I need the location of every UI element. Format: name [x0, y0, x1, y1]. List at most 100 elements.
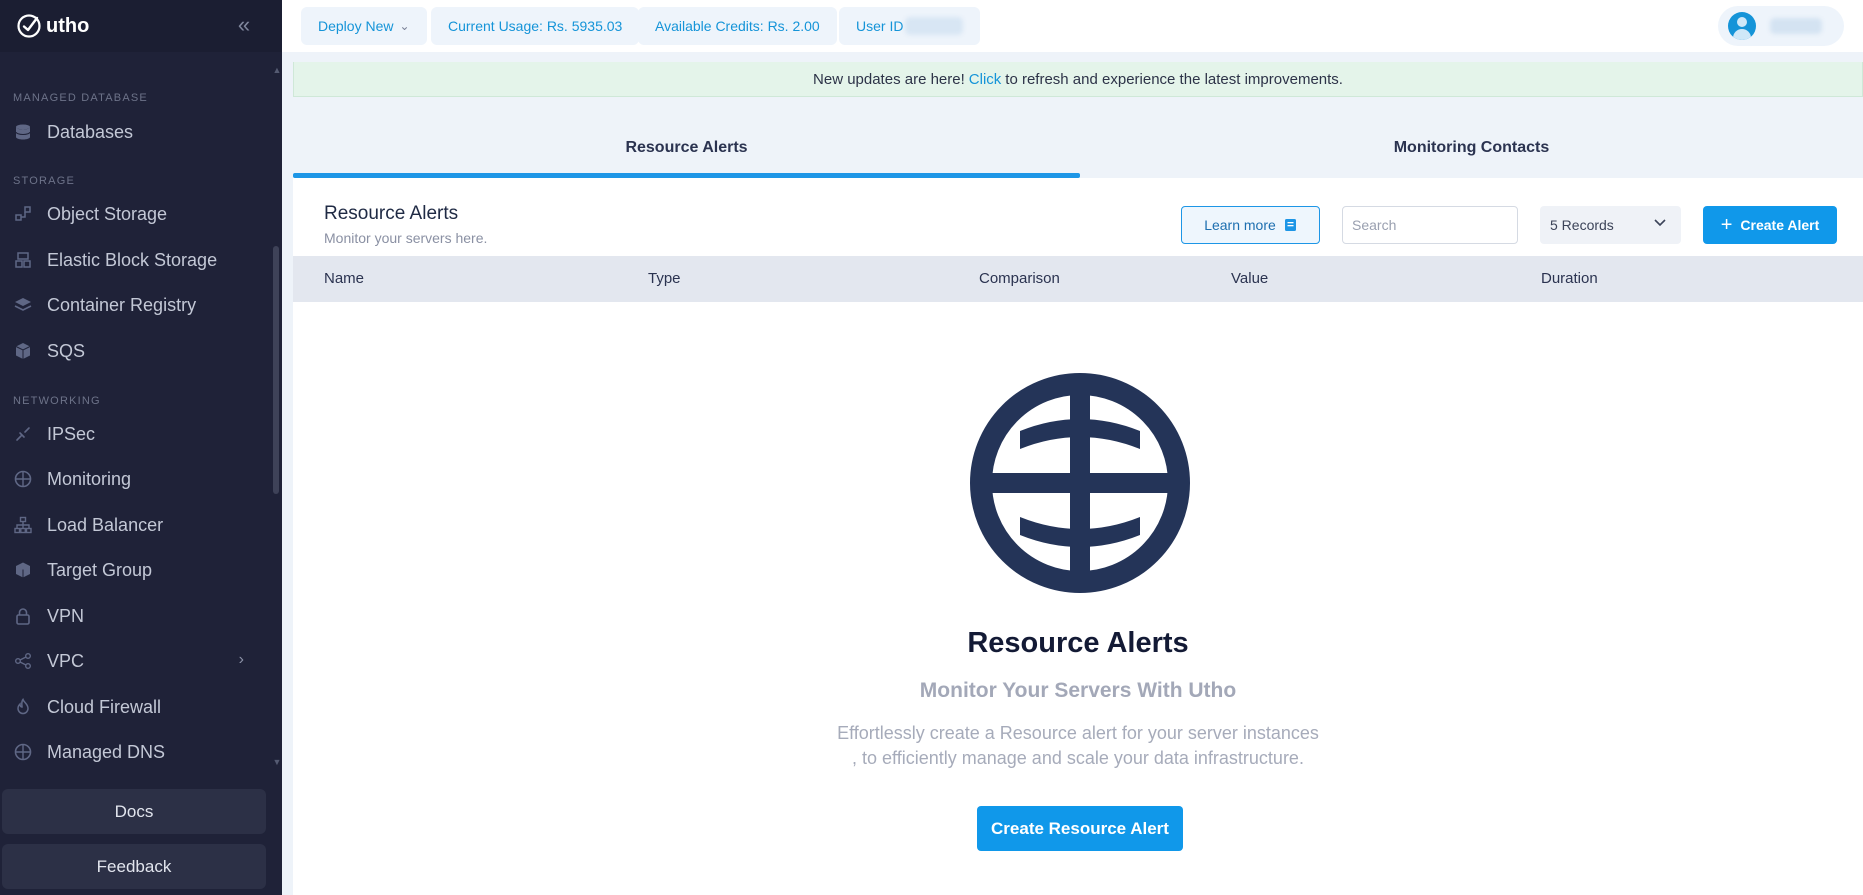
user-id-label: User ID	[856, 18, 904, 34]
globe-icon	[13, 742, 33, 762]
chevron-right-icon: ›	[238, 651, 244, 668]
sidebar-item-label: IPSec	[47, 423, 96, 444]
create-alert-label: Create Alert	[1740, 217, 1820, 233]
scroll-up-icon[interactable]: ▲	[272, 66, 282, 75]
fire-icon	[13, 697, 33, 717]
avatar	[1728, 12, 1756, 40]
banner-text-before: New updates are here!	[813, 70, 965, 88]
box-icon	[13, 560, 33, 580]
cube-stack-icon	[13, 341, 33, 361]
user-id-value-redacted	[905, 17, 964, 35]
available-credits-label: Available Credits: Rs. 2.00	[655, 18, 820, 34]
sidebar-item-label: Managed DNS	[47, 741, 166, 762]
column-header-comparison[interactable]: Comparison	[979, 270, 1060, 287]
sidebar-item-target-group[interactable]: Target Group	[0, 550, 262, 590]
sidebar-item-cloud-firewall[interactable]: Cloud Firewall	[0, 687, 262, 727]
column-header-name[interactable]: Name	[324, 270, 364, 287]
table-header: Name Type Comparison Value Duration	[293, 256, 1863, 302]
sidebar-item-label: VPC	[47, 650, 85, 671]
page-title: Resource Alerts	[324, 203, 459, 224]
refresh-link[interactable]: Click	[969, 71, 1002, 88]
sidebar-item-label: Monitoring	[47, 468, 132, 489]
user-name-redacted	[1770, 18, 1822, 34]
sidebar-item-label: Object Storage	[47, 203, 168, 224]
lock-icon	[13, 606, 33, 626]
sidebar-item-label: Elastic Block Storage	[47, 249, 218, 270]
records-per-page-select[interactable]: 5 Records	[1540, 206, 1681, 244]
sidebar-item-label: Target Group	[47, 559, 153, 580]
sidebar-item-label: Databases	[47, 121, 134, 142]
sidebar: utho « ▲ ▼ MANAGED DATABASE Databases ST…	[0, 0, 282, 895]
deploy-new-dropdown[interactable]: Deploy New ⌄	[301, 7, 427, 45]
column-header-duration[interactable]: Duration	[1541, 270, 1598, 287]
globe-icon	[13, 469, 33, 489]
top-bar: Deploy New ⌄ Current Usage: Rs. 5935.03 …	[282, 0, 1863, 52]
sidebar-item-sqs[interactable]: SQS	[0, 331, 262, 371]
sidebar-item-label: Container Registry	[47, 294, 197, 315]
sidebar-item-container-registry[interactable]: Container Registry	[0, 285, 262, 325]
sidebar-item-object-storage[interactable]: Object Storage	[0, 194, 262, 234]
plus-icon: +	[1720, 214, 1733, 236]
globe-illustration-icon	[970, 373, 1190, 593]
learn-more-button[interactable]: Learn more	[1181, 206, 1320, 244]
docs-button[interactable]: Docs	[2, 789, 266, 834]
section-label-storage: STORAGE	[13, 175, 75, 187]
sidebar-item-elastic-block-storage[interactable]: Elastic Block Storage	[0, 240, 262, 280]
database-icon	[13, 122, 33, 142]
create-alert-button[interactable]: + Create Alert	[1703, 206, 1837, 244]
sidebar-item-databases[interactable]: Databases	[0, 112, 262, 152]
sidebar-scrollbar[interactable]	[273, 246, 279, 494]
sidebar-item-managed-dns[interactable]: Managed DNS	[0, 732, 262, 772]
sidebar-item-ipsec[interactable]: IPSec	[0, 414, 262, 454]
book-icon	[1284, 219, 1296, 231]
current-usage-badge[interactable]: Current Usage: Rs. 5935.03	[431, 7, 640, 45]
chevron-down-icon: ⌄	[399, 19, 410, 33]
brand-logo[interactable]: utho	[16, 13, 89, 39]
utho-logo-icon	[17, 14, 41, 38]
update-banner: New updates are here! Click to refresh a…	[293, 62, 1863, 97]
sitemap-icon	[13, 515, 33, 535]
column-header-value[interactable]: Value	[1231, 270, 1268, 287]
layers-icon	[13, 295, 33, 315]
empty-state-description-line-2: , to efficiently manage and scale your d…	[852, 748, 1304, 768]
collapse-sidebar-icon[interactable]: «	[232, 14, 256, 38]
sidebar-item-label: Load Balancer	[47, 514, 164, 535]
sidebar-item-label: SQS	[47, 340, 86, 361]
tab-monitoring-contacts[interactable]: Monitoring Contacts	[1080, 118, 1863, 178]
create-resource-alert-button[interactable]: Create Resource Alert	[977, 806, 1183, 851]
brand-name: utho	[46, 14, 90, 37]
empty-state-subtitle: Monitor Your Servers With Utho	[919, 679, 1237, 702]
sidebar-item-monitoring[interactable]: Monitoring	[0, 459, 262, 499]
sidebar-item-label: VPN	[47, 605, 85, 626]
available-credits-badge[interactable]: Available Credits: Rs. 2.00	[638, 7, 837, 45]
learn-more-label: Learn more	[1204, 217, 1276, 233]
sidebar-item-vpn[interactable]: VPN	[0, 596, 262, 636]
records-select-value: 5 Records	[1550, 217, 1614, 233]
resource-alerts-panel: Resource Alerts Monitor your servers her…	[293, 178, 1863, 895]
page-subtitle: Monitor your servers here.	[324, 230, 488, 246]
deploy-new-label: Deploy New	[318, 18, 394, 34]
share-icon	[13, 651, 33, 671]
banner-text-after: to refresh and experience the latest imp…	[1005, 70, 1343, 88]
section-label-networking: NETWORKING	[13, 395, 101, 407]
search-input[interactable]	[1342, 206, 1518, 244]
link-icon	[13, 424, 33, 444]
block-storage-icon	[13, 250, 33, 270]
empty-state-title: Resource Alerts	[967, 627, 1189, 659]
chevron-down-icon	[1654, 219, 1666, 227]
object-storage-icon	[13, 204, 33, 224]
sidebar-item-load-balancer[interactable]: Load Balancer	[0, 505, 262, 545]
empty-state-description-line-1: Effortlessly create a Resource alert for…	[837, 723, 1319, 743]
tab-bar: Resource Alerts Monitoring Contacts	[293, 118, 1863, 178]
feedback-button[interactable]: Feedback	[2, 844, 266, 889]
section-label-managed-database: MANAGED DATABASE	[13, 92, 148, 104]
sidebar-item-vpc[interactable]: VPC ›	[0, 641, 262, 681]
user-menu[interactable]	[1718, 6, 1844, 46]
sidebar-header: utho «	[0, 0, 282, 52]
current-usage-label: Current Usage: Rs. 5935.03	[448, 18, 623, 34]
scroll-down-icon[interactable]: ▼	[272, 758, 282, 767]
column-header-type[interactable]: Type	[648, 270, 681, 287]
user-id-badge[interactable]: User ID	[839, 7, 981, 45]
sidebar-item-label: Cloud Firewall	[47, 696, 162, 717]
tab-resource-alerts[interactable]: Resource Alerts	[293, 118, 1080, 178]
